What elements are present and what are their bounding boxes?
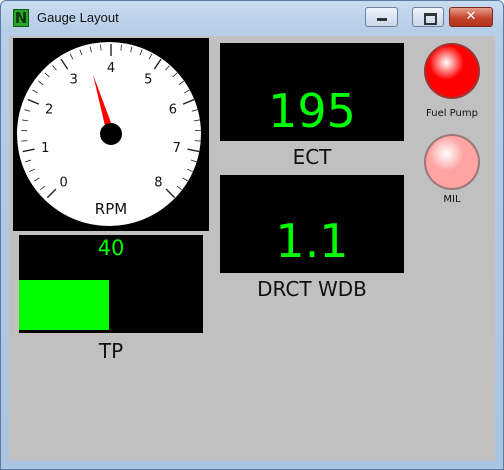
drct-wdb-value: 1.1	[275, 214, 349, 268]
app-icon: N	[13, 9, 29, 27]
ect-label: ECT	[292, 145, 332, 169]
gauge-tick-label: 7	[173, 141, 181, 156]
gauge-tick-label: 4	[107, 61, 115, 76]
close-button[interactable]: ✕	[449, 7, 493, 27]
minimize-button[interactable]	[365, 7, 398, 27]
app-icon-letter: N	[14, 9, 28, 27]
fuel-pump-indicator	[424, 43, 480, 99]
drct-wdb-panel: 1.1	[220, 175, 404, 273]
maximize-icon	[424, 13, 437, 25]
fuel-pump-label: Fuel Pump	[426, 108, 478, 119]
tp-value: 40	[97, 236, 125, 260]
maximize-button[interactable]	[412, 7, 444, 27]
gauge-tick-label: 0	[59, 175, 67, 190]
tp-panel: 40	[19, 235, 203, 333]
gauge-tick-label: 3	[70, 72, 78, 87]
gauge-tick-label: 5	[144, 72, 152, 87]
gauge-unit-label: RPM	[95, 200, 127, 218]
gauge-tick-label: 1	[41, 141, 49, 156]
close-icon: ✕	[465, 9, 477, 24]
mil-indicator	[424, 134, 480, 190]
drct-wdb-label: DRCT WDB	[257, 277, 367, 301]
gauge-tick-label: 2	[45, 102, 53, 117]
window-title: Gauge Layout	[37, 10, 119, 25]
ect-panel: 195	[220, 43, 404, 141]
gauge-hub	[100, 123, 122, 145]
client-area: 0 1 2 3 4 5 6 7 8 RPM 40 TP 195 ECT 1.1 DRCT WDB…	[9, 36, 495, 461]
gauge-tick-label: 8	[154, 175, 162, 190]
tp-label: TP	[98, 339, 124, 363]
rpm-gauge: 0 1 2 3 4 5 6 7 8 RPM	[13, 38, 209, 231]
gauge-tick-label: 6	[169, 102, 177, 117]
ect-value: 195	[268, 84, 356, 138]
rpm-gauge-dial: 0 1 2 3 4 5 6 7 8 RPM	[17, 42, 201, 226]
mil-label: MIL	[443, 194, 461, 205]
tp-bar	[19, 280, 110, 330]
minimize-icon	[377, 18, 387, 21]
title-bar[interactable]: N Gauge Layout ✕	[1, 1, 503, 37]
app-window: N Gauge Layout ✕ 0 1 2 3 4 5 6 7 8 RPM 40 TP 195	[0, 0, 504, 470]
